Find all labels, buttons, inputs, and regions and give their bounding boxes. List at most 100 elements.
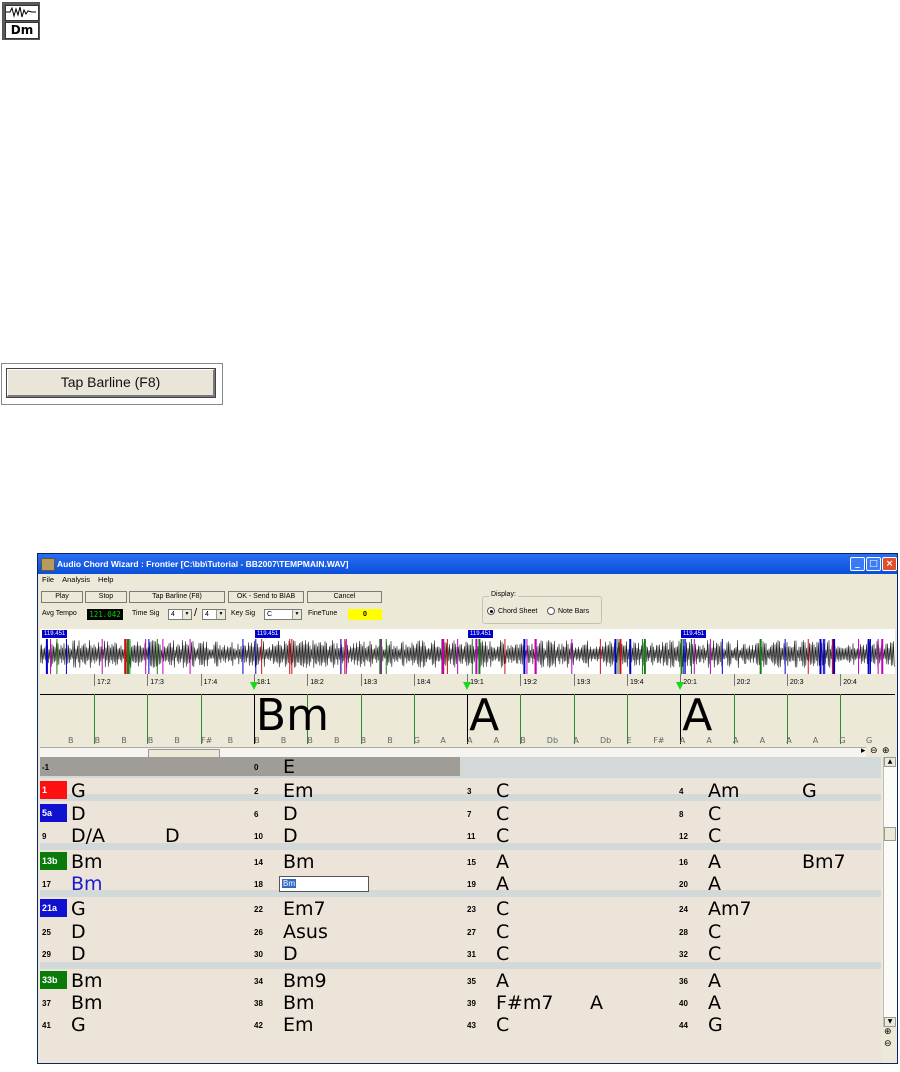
chord-symbol[interactable]: C <box>708 804 721 824</box>
chord-symbol[interactable]: Bm <box>71 874 103 894</box>
chord-symbol[interactable]: D <box>165 826 180 846</box>
part-marker-tag[interactable]: 13b <box>40 852 67 870</box>
chord-symbol[interactable]: C <box>496 899 509 919</box>
detected-note: A <box>679 736 686 745</box>
menu-help[interactable]: Help <box>98 575 113 584</box>
scrollbar-thumb-vertical[interactable] <box>884 827 896 841</box>
maximize-button[interactable]: □ <box>866 557 881 571</box>
chord-symbol[interactable]: D/A <box>71 826 105 846</box>
chord-symbol[interactable]: C <box>496 1015 509 1035</box>
chord-symbol[interactable]: D <box>283 826 298 846</box>
chord-symbol[interactable]: E <box>283 757 295 777</box>
chord-symbol[interactable]: A <box>708 971 721 991</box>
part-marker-tag[interactable]: 33b <box>40 971 67 989</box>
chord-symbol[interactable]: Em <box>283 781 314 801</box>
bar-number: 32 <box>679 950 688 959</box>
play-button[interactable]: Play <box>41 591 83 603</box>
tap-barline-toolbar-button[interactable]: Tap Barline (F8) <box>129 591 225 603</box>
chord-symbol[interactable]: C <box>496 781 509 801</box>
time-sig-denominator-select[interactable]: 4 ▼ <box>202 609 226 620</box>
chord-symbol[interactable]: C <box>496 804 509 824</box>
menu-file[interactable]: File <box>42 575 54 584</box>
barline-marker-icon[interactable] <box>249 682 258 690</box>
minimize-button[interactable]: _ <box>850 557 865 571</box>
scroll-right-icon[interactable]: ▸ <box>861 746 866 756</box>
beat-label: 18:3 <box>363 679 378 686</box>
part-marker-tag[interactable]: 1 <box>40 781 67 799</box>
bar-number: 8 <box>679 810 684 819</box>
finetune-label: FineTune <box>308 610 338 617</box>
finetune-value[interactable]: 0 <box>348 609 382 620</box>
cancel-button[interactable]: Cancel <box>307 591 382 603</box>
chord-symbol[interactable]: D <box>283 944 298 964</box>
radio-note-bars[interactable]: Note Bars <box>547 607 589 615</box>
time-sig-numerator-select[interactable]: 4 ▼ <box>168 609 192 620</box>
chord-symbol[interactable]: A <box>496 971 509 991</box>
chord-symbol[interactable]: Asus <box>283 922 328 942</box>
horizontal-scrollbar[interactable] <box>40 747 866 758</box>
chord-symbol[interactable]: Em7 <box>283 899 326 919</box>
vertical-scrollbar[interactable]: ▲ ▼ <box>883 757 897 1027</box>
chord-symbol[interactable]: D <box>71 804 86 824</box>
chord-symbol[interactable]: C <box>496 944 509 964</box>
chord-symbol[interactable]: Bm <box>283 852 315 872</box>
chord-symbol[interactable]: G <box>71 1015 86 1035</box>
audio-waveform[interactable]: 119.451 119.451 119.451 119.451 <box>40 629 895 674</box>
chord-symbol[interactable]: D <box>71 944 86 964</box>
zoom-in-icon[interactable]: ⊕ <box>882 746 890 756</box>
chord-symbol[interactable]: C <box>708 922 721 942</box>
sheet-zoom-in-icon[interactable]: ⊕ <box>884 1027 892 1037</box>
ok-send-button[interactable]: OK - Send to BIAB <box>228 591 304 603</box>
chord-symbol[interactable]: Bm <box>71 971 103 991</box>
close-button[interactable]: × <box>882 557 897 571</box>
chord-symbol[interactable]: C <box>496 922 509 942</box>
chord-symbol[interactable]: G <box>708 1015 723 1035</box>
timeline-chord[interactable]: Bm <box>256 693 329 739</box>
stop-button[interactable]: Stop <box>85 591 127 603</box>
title-bar[interactable]: Audio Chord Wizard : Frontier [C:\bb\Tut… <box>38 554 897 574</box>
chord-symbol[interactable]: A <box>496 874 509 894</box>
timeline-chord[interactable]: A <box>682 693 712 739</box>
chord-symbol[interactable]: Bm <box>71 852 103 872</box>
chord-symbol[interactable]: C <box>708 826 721 846</box>
beat-label: 17:3 <box>150 679 164 686</box>
chord-symbol[interactable]: Bm <box>71 993 103 1013</box>
chord-edit-input[interactable]: Bm <box>279 876 369 892</box>
zoom-out-icon[interactable]: ⊖ <box>870 746 878 756</box>
chord-symbol[interactable]: Bm7 <box>802 852 846 872</box>
chord-symbol[interactable]: A <box>708 852 721 872</box>
beat-timeline[interactable]: 17:2 17:3 17:4 18:1 18:2 18:3 18:4 19:1 19:2 19:3… <box>40 674 895 746</box>
chord-symbol[interactable]: D <box>283 804 298 824</box>
menu-analysis[interactable]: Analysis <box>62 575 90 584</box>
scroll-down-icon[interactable]: ▼ <box>884 1017 896 1027</box>
chord-symbol[interactable]: Em <box>283 1015 314 1035</box>
key-sig-select[interactable]: C ▼ <box>264 609 302 620</box>
sheet-zoom-out-icon[interactable]: ⊖ <box>884 1039 892 1049</box>
chord-symbol[interactable]: Bm <box>283 993 315 1013</box>
radio-chord-sheet[interactable]: Chord Sheet <box>487 607 537 615</box>
scroll-up-icon[interactable]: ▲ <box>884 757 896 767</box>
chord-symbol[interactable]: G <box>71 781 86 801</box>
chord-symbol[interactable]: Bm9 <box>283 971 327 991</box>
timeline-chord[interactable]: A <box>469 693 499 739</box>
chord-symbol[interactable]: C <box>708 944 721 964</box>
chord-symbol[interactable]: D <box>71 922 86 942</box>
chord-symbol[interactable]: C <box>496 826 509 846</box>
chord-symbol[interactable]: A <box>708 874 721 894</box>
chord-symbol[interactable]: G <box>71 899 86 919</box>
chord-symbol[interactable]: Am <box>708 781 740 801</box>
barline-marker-icon[interactable] <box>463 682 472 690</box>
chord-symbol[interactable]: A <box>496 852 509 872</box>
chord-symbol[interactable]: Am7 <box>708 899 752 919</box>
barline-marker-icon[interactable] <box>676 682 685 690</box>
time-sig-label: Time Sig <box>132 610 160 617</box>
tap-barline-button[interactable]: Tap Barline (F8) <box>6 368 216 398</box>
chord-symbol[interactable]: A <box>708 993 721 1013</box>
chord-symbol[interactable]: A <box>590 993 603 1013</box>
chord-symbol[interactable]: F#m7 <box>496 993 553 1013</box>
part-marker-tag[interactable]: 21a <box>40 899 67 917</box>
avg-tempo-label: Avg Tempo <box>42 610 77 617</box>
part-marker-tag[interactable]: 5a <box>40 804 67 822</box>
chord-symbol[interactable]: G <box>802 781 817 801</box>
chord-sheet[interactable]: -1 0 E 1 G 2 Em 3 C 4 Am G 5a D 6 D 7 C 8 C 9 D/A D 10 D 11 C 12 C 13… <box>40 757 881 1063</box>
